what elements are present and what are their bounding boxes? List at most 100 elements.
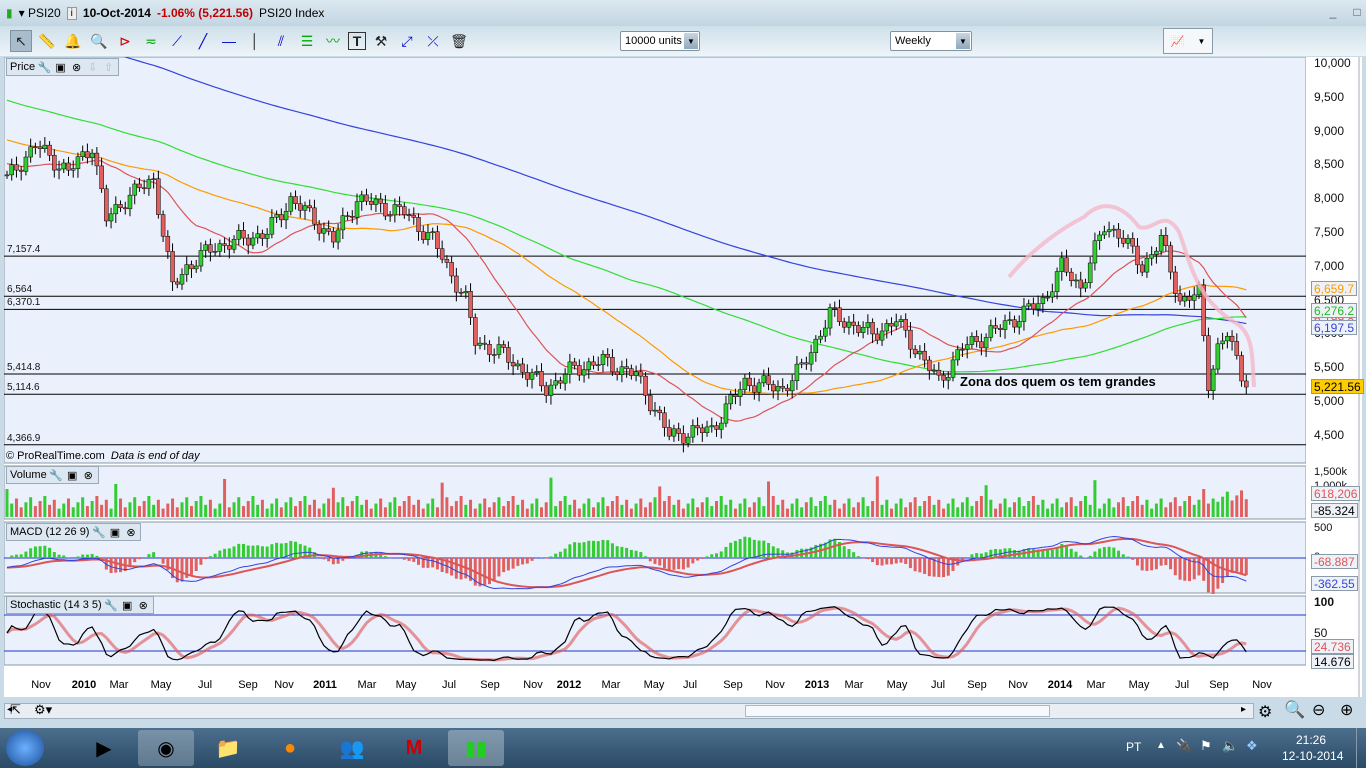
wrench-icon[interactable]: 🔧: [104, 599, 118, 612]
scrollbar-thumb[interactable]: [745, 705, 1050, 717]
trendline-icon[interactable]: 〰: [322, 30, 344, 52]
segment-icon[interactable]: ⟋: [166, 30, 188, 52]
flag-icon[interactable]: ⚑: [1200, 738, 1212, 754]
auto-zoom-icon[interactable]: 🔍: [1284, 700, 1305, 720]
prorealtime-icon[interactable]: ▮▮: [448, 730, 504, 766]
volume-icon[interactable]: 🔈: [1222, 738, 1238, 754]
firefox-icon[interactable]: ●: [262, 730, 318, 766]
clock-time[interactable]: 21:26: [1296, 733, 1326, 747]
chart-canvas[interactable]: [4, 57, 1362, 697]
window-icon[interactable]: ▣: [121, 599, 134, 612]
pointer-icon[interactable]: ↖: [10, 30, 32, 52]
time-axis-label: Jul: [1174, 679, 1190, 691]
triangle-pattern-icon[interactable]: ⊳: [114, 30, 136, 52]
candle-body: [931, 369, 937, 372]
extend-line-icon[interactable]: ⤢: [396, 30, 418, 52]
close-icon[interactable]: ⊗: [70, 61, 83, 74]
alarm-bell-icon[interactable]: 🔔: [62, 30, 84, 52]
dropbox-icon[interactable]: ❖: [1246, 738, 1258, 754]
chart-area[interactable]: Price 🔧 ▣ ⊗ ⇩ ⇧ Volume 🔧 ▣ ⊗ MACD (12 26 9) 🔧 ▣ ⊗ S…: [4, 56, 1364, 697]
volume-bar: [908, 502, 912, 517]
volume-bar: [837, 508, 841, 517]
channel-icon[interactable]: ≂: [140, 30, 162, 52]
candle-body: [1225, 335, 1230, 342]
start-button[interactable]: [6, 730, 44, 766]
macd-histogram-bar: [558, 551, 562, 558]
minimize-button[interactable]: _: [1324, 5, 1342, 21]
volume-bar: [979, 496, 983, 517]
info-icon[interactable]: i: [66, 6, 77, 20]
window-icon[interactable]: ▣: [66, 469, 79, 482]
candle-body: [146, 179, 152, 189]
candle-body: [127, 194, 133, 210]
close-icon[interactable]: ⊗: [82, 469, 95, 482]
messenger-icon[interactable]: 👥: [324, 730, 380, 766]
macd-histogram-bar: [1197, 558, 1201, 576]
scroll-right-icon[interactable]: ▸: [1241, 704, 1246, 715]
macd-histogram-bar: [478, 558, 482, 587]
candle-body: [1064, 257, 1069, 273]
restore-button[interactable]: □: [1348, 5, 1366, 21]
volume-bar: [1050, 503, 1054, 517]
trash-icon[interactable]: 🗑: [448, 30, 470, 52]
mcafee-icon[interactable]: M: [386, 730, 442, 766]
fibonacci-icon[interactable]: ☰: [296, 30, 318, 52]
volume-bar: [795, 498, 799, 517]
volume-bar: [260, 499, 264, 517]
macd-histogram-bar: [946, 558, 950, 576]
volume-bar: [1202, 489, 1206, 517]
volume-bar: [265, 508, 269, 517]
horizontal-scrollbar[interactable]: ◂ ▸: [4, 703, 1254, 719]
close-icon[interactable]: ⊗: [137, 599, 150, 612]
show-desktop-button[interactable]: [1356, 728, 1366, 768]
candle-body: [1045, 296, 1050, 299]
ruler-icon[interactable]: 📏: [36, 30, 58, 52]
volume-bar: [819, 501, 823, 517]
indicator-settings-icon[interactable]: ⚙▾: [34, 702, 52, 718]
properties-tools-icon[interactable]: ⚒: [370, 30, 392, 52]
symbol-dropdown[interactable]: ▾ PSI20: [19, 6, 61, 20]
volume-bar: [128, 502, 132, 517]
cross-line-icon[interactable]: ⤫: [422, 30, 444, 52]
add-indicator-button[interactable]: 📈 ▼: [1163, 28, 1213, 54]
show-hidden-icons[interactable]: ▲: [1156, 740, 1166, 751]
move-down-icon[interactable]: ⇩: [86, 61, 99, 74]
vertical-line-icon[interactable]: │: [244, 30, 266, 52]
chart-layout-icon[interactable]: ⇱: [10, 702, 21, 718]
time-axis-label: May: [150, 679, 172, 691]
candle-body: [534, 371, 540, 373]
candle-body: [378, 198, 383, 204]
move-up-icon[interactable]: ⇧: [102, 61, 115, 74]
macd-histogram-bar: [497, 558, 501, 577]
language-indicator[interactable]: PT: [1126, 740, 1141, 754]
clock-date[interactable]: 12-10-2014: [1282, 749, 1343, 763]
candle-body: [577, 365, 582, 376]
power-icon[interactable]: 🔌: [1176, 738, 1192, 754]
wrench-icon[interactable]: 🔧: [38, 61, 52, 74]
units-select[interactable]: 10000 units ▼: [620, 31, 700, 51]
media-player-icon[interactable]: ▶: [76, 730, 132, 766]
zoom-magnifier-icon[interactable]: 🔍: [88, 30, 110, 52]
explorer-folder-icon[interactable]: 📁: [200, 730, 256, 766]
candle-body: [884, 323, 890, 332]
horizontal-line-icon[interactable]: —: [218, 30, 240, 52]
stochastic-axis-label: 100: [1314, 595, 1335, 609]
macd-histogram-bar: [1121, 554, 1125, 558]
line-icon[interactable]: ╱: [192, 30, 214, 52]
chart-settings-icon[interactable]: ⚙: [1258, 702, 1272, 722]
text-icon[interactable]: T: [348, 32, 366, 50]
time-axis-label: Mar: [357, 679, 377, 691]
window-icon[interactable]: ▣: [108, 526, 121, 539]
parallel-lines-icon[interactable]: ⫽: [270, 30, 292, 52]
zoom-in-icon[interactable]: ⊕: [1340, 700, 1353, 720]
zoom-out-icon[interactable]: ⊖: [1312, 700, 1325, 720]
chrome-icon[interactable]: ◉: [138, 730, 194, 766]
close-icon[interactable]: ⊗: [124, 526, 137, 539]
macd-histogram-bar: [681, 558, 685, 570]
period-select[interactable]: Weekly ▼: [890, 31, 972, 51]
wrench-icon[interactable]: 🔧: [92, 526, 106, 539]
annotation-text[interactable]: Zona dos quem os tem grandes: [960, 374, 1156, 389]
wrench-icon[interactable]: 🔧: [49, 469, 63, 482]
window-icon[interactable]: ▣: [54, 61, 67, 74]
volume-bar: [644, 507, 648, 517]
